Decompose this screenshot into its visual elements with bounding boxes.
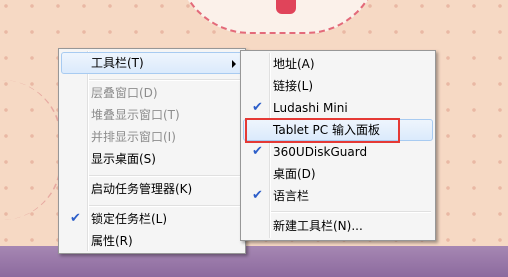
menu-item-show-desktop[interactable]: 显示桌面(S) xyxy=(61,148,243,170)
menu-item-label: 链接(L) xyxy=(273,79,314,93)
submenu-item-new-toolbar[interactable]: 新建工具栏(N)... xyxy=(243,215,433,237)
menu-item-label: 启动任务管理器(K) xyxy=(91,182,193,196)
checkmark-icon: ✔ xyxy=(70,211,81,226)
submenu-item-ludashi-mini[interactable]: ✔ Ludashi Mini xyxy=(243,97,433,119)
highlight-annotation-box xyxy=(245,118,400,143)
menu-item-label: 属性(R) xyxy=(91,234,133,248)
menu-item-label: 地址(A) xyxy=(273,57,315,71)
checkmark-icon: ✔ xyxy=(252,144,263,159)
menu-separator xyxy=(271,211,431,213)
menu-item-properties[interactable]: 属性(R) xyxy=(61,230,243,252)
menu-item-stack-windows[interactable]: 堆叠显示窗口(T) xyxy=(61,104,243,126)
menu-item-lock-taskbar[interactable]: ✔ 锁定任务栏(L) xyxy=(61,208,243,230)
wallpaper-stitch xyxy=(0,80,62,220)
submenu-item-language-bar[interactable]: ✔ 语言栏 xyxy=(243,185,433,207)
menu-item-label: 工具栏(T) xyxy=(91,56,144,70)
taskbar-context-menu: 工具栏(T) 层叠窗口(D) 堆叠显示窗口(T) 并排显示窗口(I) 显示桌面(… xyxy=(58,48,246,254)
menu-item-toolbars[interactable]: 工具栏(T) xyxy=(61,52,243,74)
menu-item-label: 并排显示窗口(I) xyxy=(91,130,176,144)
menu-item-label: 层叠窗口(D) xyxy=(91,86,158,100)
menu-item-side-by-side[interactable]: 并排显示窗口(I) xyxy=(61,126,243,148)
menu-separator xyxy=(89,175,241,177)
toolbars-submenu: 地址(A) 链接(L) ✔ Ludashi Mini Tablet PC 输入面… xyxy=(240,50,436,241)
menu-item-label: 新建工具栏(N)... xyxy=(273,219,363,233)
menu-item-label: 锁定任务栏(L) xyxy=(91,212,168,226)
menu-item-label: 语言栏 xyxy=(273,189,310,203)
menu-item-label: 堆叠显示窗口(T) xyxy=(91,108,180,122)
submenu-item-360udiskguard[interactable]: ✔ 360UDiskGuard xyxy=(243,141,433,163)
menu-item-label: 桌面(D) xyxy=(273,167,316,181)
menu-item-label: 360UDiskGuard xyxy=(273,145,368,159)
menu-item-label: 显示桌面(S) xyxy=(91,152,156,166)
submenu-item-desktop[interactable]: 桌面(D) xyxy=(243,163,433,185)
wallpaper-decoration-red xyxy=(276,0,296,14)
checkmark-icon: ✔ xyxy=(252,100,263,115)
submenu-arrow-icon xyxy=(232,60,236,68)
submenu-item-links[interactable]: 链接(L) xyxy=(243,75,433,97)
menu-item-cascade-windows[interactable]: 层叠窗口(D) xyxy=(61,82,243,104)
menu-item-label: Ludashi Mini xyxy=(273,101,348,115)
submenu-item-address[interactable]: 地址(A) xyxy=(243,53,433,75)
checkmark-icon: ✔ xyxy=(252,188,263,203)
menu-separator xyxy=(89,79,241,81)
menu-separator xyxy=(89,205,241,207)
menu-item-task-manager[interactable]: 启动任务管理器(K) xyxy=(61,178,243,200)
